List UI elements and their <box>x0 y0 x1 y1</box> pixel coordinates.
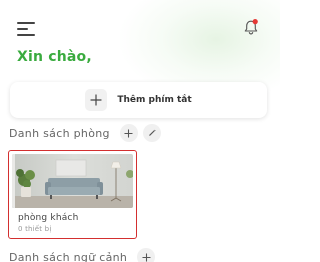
hamburger-menu-icon[interactable] <box>17 22 37 36</box>
add-shortcut-button[interactable]: Thêm phím tắt <box>10 82 267 118</box>
greeting-text: Xin chào, <box>17 49 92 65</box>
plus-icon <box>85 89 108 111</box>
rooms-section-title: Danh sách phòng <box>9 126 110 140</box>
notification-dot <box>252 19 258 25</box>
room-device-count: 0 thiết bị <box>18 225 52 233</box>
bell-icon[interactable] <box>242 18 260 36</box>
room-photo <box>12 154 133 208</box>
edit-rooms-button[interactable] <box>142 124 161 142</box>
scenes-section-header: Danh sách ngữ cảnh <box>9 248 156 262</box>
add-room-button[interactable] <box>119 124 138 142</box>
rooms-section-header: Danh sách phòng <box>9 124 161 142</box>
add-scene-button[interactable] <box>137 248 156 262</box>
room-name: phòng khách <box>18 213 79 223</box>
plus-icon <box>142 252 151 262</box>
scenes-section-title: Danh sách ngữ cảnh <box>9 250 128 262</box>
plus-icon <box>124 128 133 138</box>
add-shortcut-label: Thêm phím tắt <box>117 95 192 105</box>
room-card-living-room[interactable]: phòng khách 0 thiết bị <box>8 150 137 239</box>
pencil-icon <box>148 129 156 136</box>
